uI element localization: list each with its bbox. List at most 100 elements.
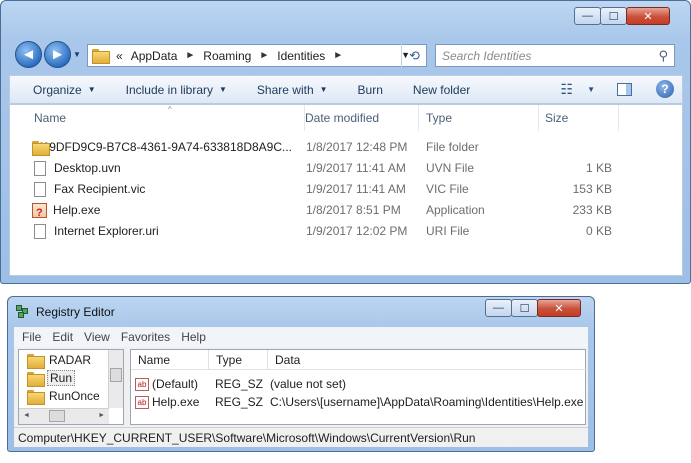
- maximize-button[interactable]: ☐: [511, 299, 538, 317]
- file-list: Name ^ Date modified Type Size {69DFD9C9…: [9, 104, 683, 276]
- column-header-size[interactable]: Size: [539, 105, 619, 131]
- chevron-down-icon: ▼: [219, 85, 227, 94]
- value-type: REG_SZ: [215, 395, 264, 409]
- menu-file[interactable]: File: [22, 330, 41, 344]
- registry-body: RADAR Run RunOnce ◄ ► Name Type Data ab …: [14, 347, 588, 427]
- view-options-dropdown-icon[interactable]: ▼: [587, 85, 595, 94]
- file-type: Application: [426, 203, 485, 217]
- column-header-name[interactable]: Name: [131, 350, 209, 370]
- file-row[interactable]: {69DFD9C9-B7C8-4361-9A74-633818D8A9C... …: [10, 137, 682, 158]
- close-button[interactable]: ✕: [626, 7, 670, 25]
- preview-pane-icon[interactable]: [617, 82, 632, 96]
- organize-button[interactable]: Organize ▼: [33, 83, 96, 97]
- address-bar[interactable]: « AppData ► Roaming ► Identities ► ▼: [87, 44, 427, 67]
- share-with-button[interactable]: Share with ▼: [257, 83, 328, 97]
- burn-button[interactable]: Burn: [358, 83, 383, 97]
- file-name: Internet Explorer.uri: [54, 224, 159, 238]
- registry-value-row[interactable]: ab Help.exe REG_SZ C:\Users\[username]\Ap…: [131, 393, 585, 411]
- tree-horizontal-scrollbar[interactable]: ◄ ►: [19, 408, 109, 424]
- value-data: C:\Users\[username]\AppData\Roaming\Iden…: [270, 395, 584, 409]
- scroll-thumb[interactable]: [49, 410, 65, 422]
- forward-button[interactable]: ►: [44, 41, 71, 68]
- address-overflow[interactable]: «: [116, 49, 123, 63]
- column-header-name[interactable]: Name ^: [18, 105, 305, 131]
- column-date-label: Date modified: [305, 111, 380, 125]
- file-name-cell: Desktop.uvn: [32, 158, 292, 179]
- file-size: 233 KB: [572, 203, 612, 217]
- folder-icon: [27, 353, 45, 369]
- new-folder-button[interactable]: New folder: [413, 83, 470, 97]
- file-size: 153 KB: [572, 182, 612, 196]
- search-input[interactable]: Search Identities ⚲: [435, 44, 675, 67]
- column-type-label: Type: [426, 111, 453, 125]
- column-header-date-modified[interactable]: Date modified: [297, 105, 419, 131]
- column-header-data[interactable]: Data: [268, 350, 587, 370]
- document-icon: [34, 161, 46, 176]
- chevron-down-icon: ▼: [87, 85, 96, 94]
- file-name: {69DFD9C9-B7C8-4361-9A74-633818D8A9C...: [38, 140, 292, 154]
- include-in-library-label: Include in library: [125, 82, 213, 97]
- column-header-type[interactable]: Type: [419, 105, 539, 131]
- help-button[interactable]: ?: [656, 80, 674, 98]
- share-with-label: Share with: [256, 82, 314, 97]
- recent-pages-dropdown-icon[interactable]: ▼: [73, 50, 81, 59]
- tree-item-radar[interactable]: RADAR: [27, 351, 91, 369]
- value-data: (value not set): [270, 377, 347, 391]
- file-row[interactable]: Desktop.uvn 1/9/2017 11:41 AM UVN File 1…: [10, 158, 682, 179]
- file-row[interactable]: Fax Recipient.vic 1/9/2017 11:41 AM VIC …: [10, 179, 682, 200]
- menu-edit[interactable]: Edit: [52, 330, 73, 344]
- search-icon[interactable]: ⚲: [658, 48, 668, 64]
- close-button[interactable]: ✕: [537, 299, 581, 317]
- file-name-cell: Internet Explorer.uri: [32, 221, 292, 242]
- menu-bar: File Edit View Favorites Help: [14, 327, 588, 347]
- tree-item-label: RunOnce: [49, 389, 100, 403]
- scroll-thumb[interactable]: [110, 368, 122, 382]
- file-name: Desktop.uvn: [54, 161, 121, 175]
- file-row[interactable]: Internet Explorer.uri 1/9/2017 12:02 PM …: [10, 221, 682, 242]
- burn-label: Burn: [357, 82, 383, 97]
- registry-value-row[interactable]: ab (Default) REG_SZ (value not set): [131, 375, 585, 393]
- document-icon: [34, 182, 46, 197]
- include-in-library-button[interactable]: Include in library ▼: [126, 83, 227, 97]
- scroll-right-icon[interactable]: ►: [98, 412, 105, 419]
- breadcrumb-roaming[interactable]: Roaming: [203, 49, 251, 63]
- maximize-button[interactable]: ☐: [600, 7, 627, 25]
- file-size: 1 KB: [585, 161, 612, 175]
- string-value-icon: ab: [135, 378, 149, 392]
- file-row[interactable]: Help.exe 1/8/2017 8:51 PM Application 23…: [10, 200, 682, 221]
- sort-ascending-icon: ^: [168, 105, 172, 114]
- column-size-label: Size: [545, 111, 569, 125]
- file-date: 1/8/2017 12:48 PM: [306, 140, 408, 154]
- column-data-label: Data: [275, 353, 301, 367]
- folder-icon: [27, 389, 45, 405]
- search-placeholder: Search Identities: [442, 48, 532, 63]
- column-name-label: Name: [34, 111, 67, 125]
- tree-vertical-scrollbar[interactable]: [108, 350, 123, 408]
- minimize-button[interactable]: —: [574, 7, 601, 25]
- breadcrumb-separator-icon[interactable]: ►: [185, 50, 195, 61]
- menu-favorites[interactable]: Favorites: [121, 330, 170, 344]
- scroll-left-icon[interactable]: ◄: [23, 412, 30, 419]
- breadcrumb-separator-icon[interactable]: ►: [333, 50, 343, 61]
- minimize-button[interactable]: —: [485, 299, 512, 317]
- file-size: [540, 137, 612, 158]
- registry-editor-icon: [16, 305, 30, 319]
- refresh-button[interactable]: ⟲: [401, 44, 427, 67]
- breadcrumb-appdata[interactable]: AppData: [131, 49, 178, 63]
- application-icon: [32, 203, 47, 221]
- breadcrumb-identities[interactable]: Identities: [277, 49, 325, 63]
- folder-icon: [92, 49, 110, 64]
- breadcrumb-separator-icon[interactable]: ►: [259, 50, 269, 61]
- file-name-cell: Fax Recipient.vic: [32, 179, 292, 200]
- menu-view[interactable]: View: [84, 330, 110, 344]
- value-type: REG_SZ: [215, 377, 264, 391]
- tree-item-runonce[interactable]: RunOnce: [27, 387, 100, 405]
- back-button[interactable]: ◄: [15, 41, 42, 68]
- tree-item-run[interactable]: Run: [27, 369, 76, 387]
- organize-label: Organize: [33, 82, 82, 97]
- menu-help[interactable]: Help: [181, 330, 206, 344]
- column-name-label: Name: [138, 353, 171, 367]
- file-type: File folder: [426, 140, 479, 154]
- column-header-type[interactable]: Type: [209, 350, 268, 370]
- change-view-icon[interactable]: ☷: [561, 81, 574, 98]
